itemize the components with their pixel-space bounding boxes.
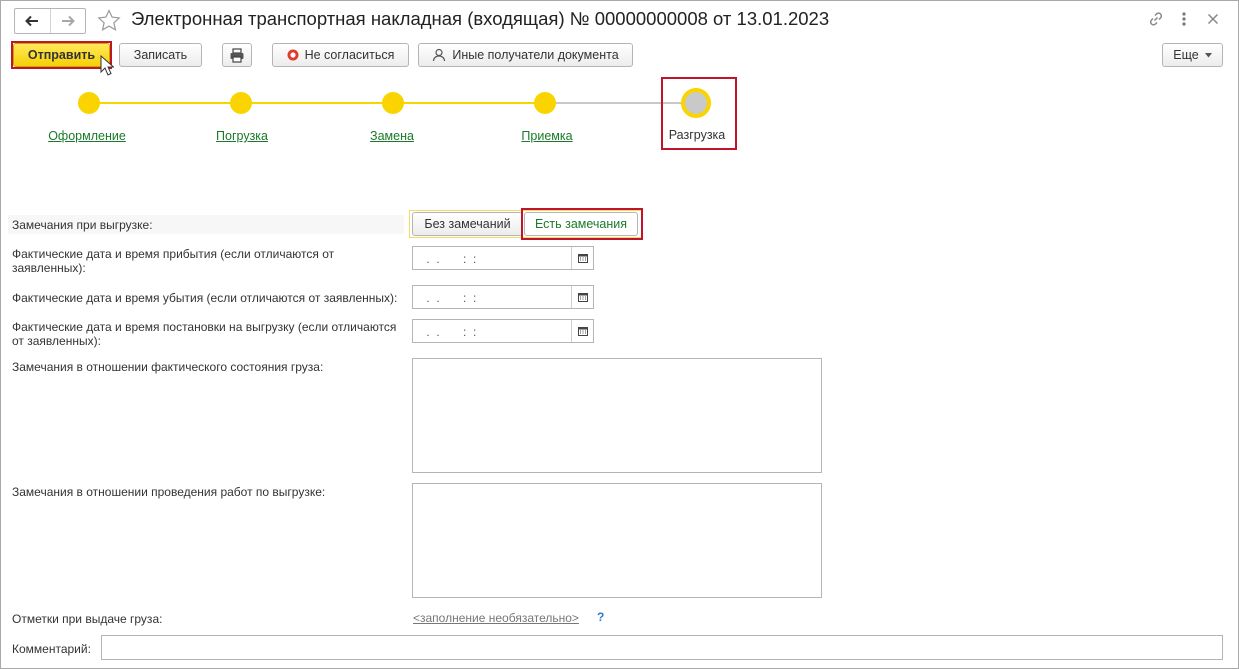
departure-label: Фактические дата и время убытия (если от… [12,291,398,305]
marks-label: Отметки при выдаче груза: [12,612,163,626]
send-button[interactable]: Отправить [13,43,110,67]
other-recipients-label: Иные получатели документа [452,48,619,62]
calendar-icon [577,327,588,336]
works-label: Замечания в отношении проведения работ п… [12,485,326,499]
other-recipients-button[interactable]: Иные получатели документа [418,43,633,67]
unloading-label: Фактические дата и время постановки на в… [12,320,397,348]
step-link-pogruzka[interactable]: Погрузка [216,129,268,143]
mouse-cursor-icon [100,55,114,76]
nav-buttons [14,8,86,34]
departure-datetime-field[interactable]: . . : : [412,285,594,309]
arrow-left-icon [25,15,39,27]
printer-icon [230,47,244,63]
close-icon[interactable] [1207,13,1219,25]
unloading-calendar-button[interactable] [571,320,593,342]
disagree-button[interactable]: Не согласиться [272,43,409,67]
arrival-calendar-button[interactable] [571,247,593,269]
step-dot-priemka [534,92,556,114]
remarks-label: Замечания при выгрузке: [12,218,153,232]
step-link-priemka[interactable]: Приемка [521,129,572,143]
arrow-right-icon [61,15,75,27]
unloading-datetime-field[interactable]: . . : : [412,319,594,343]
more-button[interactable]: Еще [1162,43,1223,67]
print-button[interactable] [222,43,252,67]
help-icon[interactable]: ? [597,610,604,624]
step-link-oformlenie[interactable]: Оформление [48,129,126,143]
more-vertical-icon[interactable] [1180,11,1188,27]
comment-label: Комментарий: [12,642,91,656]
cargo-state-textarea[interactable] [412,358,822,473]
departure-calendar-button[interactable] [571,286,593,308]
stop-circle-icon [287,49,299,61]
has-remarks-highlight [521,208,643,240]
no-remarks-option[interactable]: Без замечаний [412,212,523,236]
page-title: Электронная транспортная накладная (вход… [131,8,830,29]
marks-link[interactable]: <заполнение необязательно> [413,611,579,625]
back-button[interactable] [15,9,50,33]
step-dot-pogruzka [230,92,252,114]
step-link-zamena[interactable]: Замена [370,129,414,143]
star-icon[interactable] [97,9,121,32]
comment-input[interactable] [101,635,1223,660]
works-textarea[interactable] [412,483,822,598]
step-dot-zamena [382,92,404,114]
disagree-label: Не согласиться [304,48,395,62]
save-button[interactable]: Записать [119,43,202,67]
more-label: Еще [1173,48,1199,62]
arrival-datetime-field[interactable]: . . : : [412,246,594,270]
forward-button[interactable] [49,9,86,33]
link-icon[interactable] [1148,11,1164,27]
calendar-icon [577,293,588,302]
calendar-icon [577,254,588,263]
step-dot-oformlenie [78,92,100,114]
stepper-progress-line [100,102,541,104]
arrival-label: Фактические дата и время прибытия (если … [12,247,335,275]
chevron-down-icon [1204,52,1212,57]
current-step-highlight [661,77,737,150]
cargo-state-label: Замечания в отношении фактического состо… [12,360,324,374]
user-icon [433,48,446,62]
